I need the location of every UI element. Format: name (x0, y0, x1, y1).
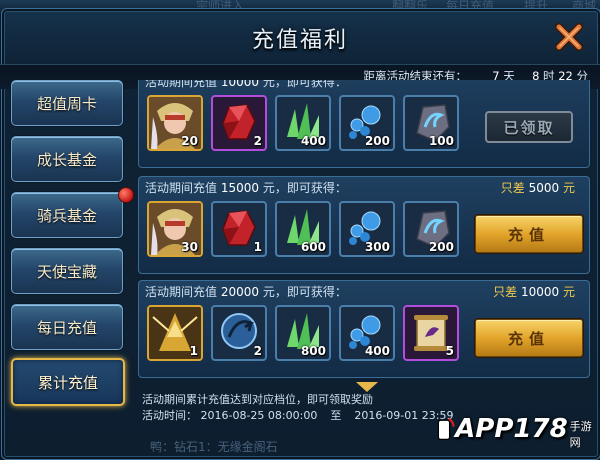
tier-requirement: 活动期间充值 15000 元，即可获得： (145, 179, 347, 196)
item-quantity: 300 (364, 240, 390, 254)
item-quantity: 1 (189, 344, 198, 358)
remaining-prefix: 只差 (500, 181, 525, 195)
sidebar-item-label: 成长基金 (36, 150, 97, 169)
sidebar-item-cavalry-fund[interactable]: 骑兵基金 (11, 187, 134, 238)
activity-time: 活动时间： 2016-08-25 08:00:00 至 2016-09-01 2… (142, 408, 453, 424)
tier-amount: 15000 (220, 181, 260, 195)
sidebar-item-label: 超值周卡 (36, 94, 97, 113)
watermark-brand: APP178 (455, 414, 568, 444)
reward-tier-list[interactable]: 活动期间充值 10000 元，即可获得： 20 2 400 200 100 已领… (138, 80, 590, 378)
reward-item-blue-orbs[interactable]: 200 (339, 95, 395, 151)
reward-item-blue-orbs[interactable]: 300 (339, 201, 395, 257)
reward-item-red-gem[interactable]: 2 (211, 95, 267, 151)
tier-suffix: 元，即可获得： (262, 285, 347, 299)
remaining-unit: 元 (562, 285, 575, 299)
item-quantity: 20 (181, 134, 198, 148)
sidebar-item-label: 每日充值 (36, 318, 97, 337)
recharge-button[interactable]: 充值 (475, 319, 583, 357)
recharge-button[interactable]: 充值 (475, 215, 583, 253)
sidebar-item-daily-recharge[interactable]: 每日充值 (11, 304, 123, 350)
watermark-sub: 手游网 (569, 420, 592, 449)
sidebar-item-growth-fund[interactable]: 成长基金 (11, 136, 123, 182)
item-quantity: 30 (181, 240, 198, 254)
remaining-amount: 只差 5000 元 (501, 179, 575, 196)
reward-item-green-crystal[interactable]: 800 (275, 305, 331, 361)
tier-amount: 10000 (220, 80, 260, 89)
reward-item-rune-stone[interactable]: 100 (403, 95, 459, 151)
watermark: APP178 手游网 (436, 402, 596, 456)
notification-badge (118, 187, 134, 203)
item-quantity: 200 (428, 240, 454, 254)
reward-tier-row: 活动期间充值 15000 元，即可获得： 只差 5000 元 30 1 600 … (138, 176, 590, 274)
item-quantity: 5 (445, 344, 454, 358)
reward-item-green-crystal[interactable]: 400 (275, 95, 331, 151)
tier-amount: 20000 (220, 285, 260, 299)
reward-item-hero[interactable]: 30 (147, 201, 203, 257)
item-quantity: 800 (300, 344, 326, 358)
reward-item-scroll[interactable]: 5 (403, 305, 459, 361)
item-quantity: 600 (300, 240, 326, 254)
scroll-down-arrow-icon[interactable] (356, 382, 378, 392)
remaining-unit: 元 (562, 181, 575, 195)
sidebar-item-angel-treasure[interactable]: 天使宝藏 (11, 248, 123, 294)
reward-tier-row: 活动期间充值 20000 元，即可获得： 只差 10000 元 1 2 800 … (138, 280, 590, 378)
item-quantity: 400 (300, 134, 326, 148)
item-quantity: 200 (364, 134, 390, 148)
activity-start: 2016-08-25 08:00:00 (200, 409, 318, 422)
remaining-value: 10000 (520, 285, 560, 299)
sidebar-item-label: 天使宝藏 (36, 262, 97, 281)
tier-prefix: 活动期间充值 (145, 285, 218, 299)
reward-item-green-crystal[interactable]: 600 (275, 201, 331, 257)
reward-item-golden-knight[interactable]: 1 (147, 305, 203, 361)
reward-item-rune-stone[interactable]: 200 (403, 201, 459, 257)
reward-item-hero[interactable]: 20 (147, 95, 203, 151)
item-quantity: 2 (253, 134, 262, 148)
item-quantity: 100 (428, 134, 454, 148)
phone-icon (437, 417, 455, 440)
remaining-amount: 只差 10000 元 (493, 283, 575, 300)
claimed-stamp: 已领取 (485, 111, 573, 143)
tier-requirement: 活动期间充值 20000 元，即可获得： (145, 283, 347, 300)
tier-suffix: 元，即可获得： (262, 181, 347, 195)
close-x-icon (555, 23, 583, 51)
sidebar-item-label: 累计充值 (37, 373, 98, 392)
window-title: 充值福利 (251, 28, 348, 53)
tier-prefix: 活动期间充值 (145, 80, 218, 89)
activity-to: 至 (330, 409, 342, 422)
sidebar: 超值周卡 成长基金 骑兵基金 天使宝藏 每日充值 累计充值 (0, 70, 140, 450)
tier-suffix: 元，即可获得： (262, 80, 347, 89)
activity-rule: 活动期间累计充值达到对应档位，即可领取奖励 (142, 393, 373, 406)
item-quantity: 2 (253, 344, 262, 358)
remaining-prefix: 只差 (493, 285, 518, 299)
reward-tier-row: 活动期间充值 10000 元，即可获得： 20 2 400 200 100 已领… (138, 80, 590, 168)
tier-requirement: 活动期间充值 10000 元，即可获得： (145, 80, 347, 90)
reward-item-red-gem[interactable]: 1 (211, 201, 267, 257)
close-button[interactable] (552, 20, 586, 54)
ghost-chat-text: 鸭：钻石1：无缘金阁石 (150, 440, 278, 454)
sidebar-item-label: 骑兵基金 (36, 206, 97, 225)
reward-item-blue-orbs[interactable]: 400 (339, 305, 395, 361)
item-quantity: 1 (253, 240, 262, 254)
activity-time-label: 活动时间： (142, 409, 197, 422)
item-quantity: 400 (364, 344, 390, 358)
remaining-value: 5000 (528, 181, 560, 195)
sidebar-item-weekly-card[interactable]: 超值周卡 (11, 80, 123, 126)
tier-prefix: 活动期间充值 (145, 181, 218, 195)
activity-notice: 活动期间累计充值达到对应档位，即可领取奖励 活动时间： 2016-08-25 0… (142, 392, 453, 424)
reward-item-blue-orb[interactable]: 2 (211, 305, 267, 361)
sidebar-item-cumulative-recharge[interactable]: 累计充值 (11, 358, 125, 406)
